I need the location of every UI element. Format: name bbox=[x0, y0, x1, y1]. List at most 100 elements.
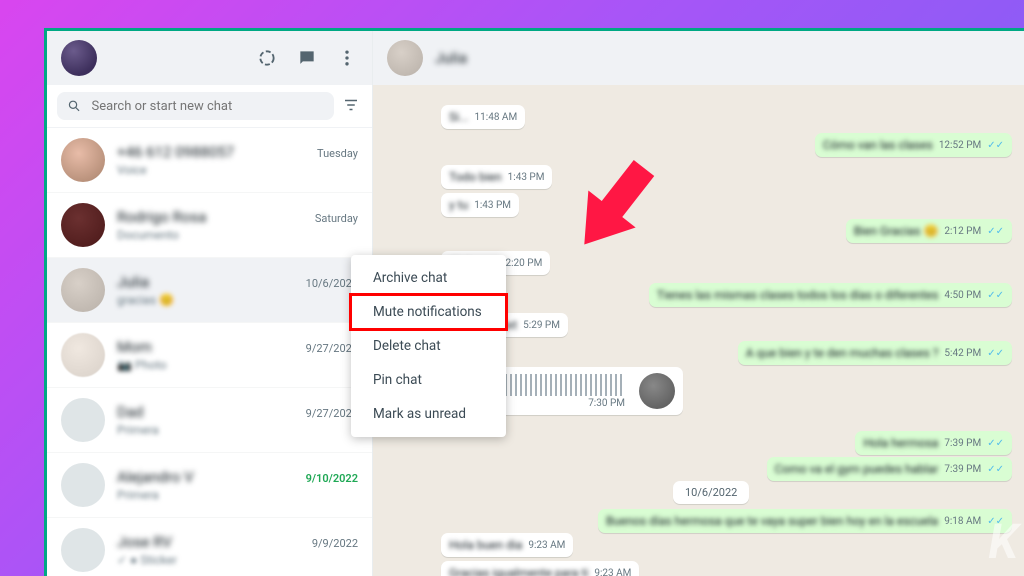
filter-icon[interactable] bbox=[342, 96, 362, 116]
message-in[interactable]: Todo bien1:43 PM bbox=[441, 165, 552, 189]
search-input[interactable] bbox=[91, 99, 324, 114]
chat-name: Alejandro V bbox=[117, 468, 194, 486]
menu-item-mute[interactable]: Mute notifications bbox=[351, 295, 506, 329]
menu-item-pin[interactable]: Pin chat bbox=[351, 363, 506, 397]
voice-sender-avatar bbox=[639, 373, 675, 409]
read-tick-icon: ✓✓ bbox=[987, 290, 1004, 301]
message-time: 9:23 AM bbox=[528, 540, 565, 551]
message-text: Tienes las mismas clases todos los días … bbox=[657, 288, 939, 302]
search-icon bbox=[67, 98, 81, 114]
chat-name: Dad bbox=[117, 403, 143, 421]
chat-avatar bbox=[61, 528, 105, 572]
message-in[interactable]: Si... 11:48 AM bbox=[441, 105, 525, 129]
message-time: 12:52 PM bbox=[939, 140, 981, 151]
chat-preview: Voice bbox=[117, 163, 358, 177]
message-in[interactable]: Gracias igualmente para ti 9:23 AM bbox=[441, 561, 639, 576]
chat-item[interactable]: Mom9/27/2022📷 Photo bbox=[47, 323, 372, 388]
chat-avatar bbox=[61, 268, 105, 312]
conversation-header[interactable]: Julia bbox=[373, 31, 1024, 85]
chat-list: +46 612 0988057 Tuesday Voice Rodrigo Rosa S… bbox=[47, 128, 372, 576]
message-time: 9:23 AM bbox=[594, 568, 631, 576]
menu-item-unread[interactable]: Mark as unread bbox=[351, 397, 506, 431]
contact-avatar bbox=[387, 40, 423, 76]
chat-time: Saturday bbox=[315, 212, 358, 225]
search-row bbox=[47, 85, 372, 128]
menu-item-delete[interactable]: Delete chat bbox=[351, 329, 506, 363]
menu-icon[interactable] bbox=[336, 47, 358, 69]
chat-item[interactable]: Alejandro V 9/10/2022 Primera bbox=[47, 453, 372, 518]
read-tick-icon: ✓✓ bbox=[987, 464, 1004, 475]
message-out[interactable]: Tienes las mismas clases todos los días … bbox=[649, 283, 1012, 307]
chat-name: Jose RV bbox=[117, 533, 172, 551]
message-text: A que bien y te den muchas clases ? bbox=[746, 346, 939, 360]
message-text: Si... bbox=[449, 110, 469, 124]
message-text: Hola hermosa bbox=[863, 436, 938, 450]
chat-time: 9/9/2022 bbox=[312, 537, 358, 550]
sidebar: +46 612 0988057 Tuesday Voice Rodrigo Rosa S… bbox=[47, 31, 373, 576]
read-tick-icon: ✓✓ bbox=[987, 140, 1004, 151]
message-text: Hola buen dia bbox=[449, 538, 522, 552]
message-in[interactable]: Hola buen dia 9:23 AM bbox=[441, 533, 573, 557]
message-time: 2:12 PM bbox=[944, 226, 981, 237]
annotation-arrow bbox=[537, 139, 687, 279]
chat-preview: Primera bbox=[117, 423, 358, 437]
message-out[interactable]: A que bien y te den muchas clases ? 5:42 … bbox=[738, 341, 1012, 365]
message-text: Cómo van las clases bbox=[823, 138, 933, 152]
chat-name: +46 612 0988057 bbox=[117, 143, 234, 161]
message-time: 4:50 PM bbox=[944, 290, 981, 301]
chat-item[interactable]: +46 612 0988057 Tuesday Voice bbox=[47, 128, 372, 193]
date-separator: 10/6/2022 bbox=[673, 481, 749, 504]
chat-item[interactable]: Jose RV 9/9/2022 ✓ ● Sticker bbox=[47, 518, 372, 576]
message-text: Todo bien bbox=[449, 170, 502, 184]
voice-waveform[interactable] bbox=[485, 374, 625, 396]
chat-preview: 📷 Photo bbox=[117, 358, 358, 372]
chat-avatar bbox=[61, 138, 105, 182]
read-tick-icon: ✓✓ bbox=[987, 226, 1004, 237]
message-time: 7:39 PM bbox=[944, 438, 981, 449]
chat-preview: Primera bbox=[117, 488, 358, 502]
message-time: 5:42 PM bbox=[944, 348, 981, 359]
chat-item[interactable]: Rodrigo RosaSaturdayDocumento bbox=[47, 193, 372, 258]
sidebar-header bbox=[47, 31, 372, 85]
message-in[interactable]: y tu1:43 PM bbox=[441, 193, 519, 217]
chat-time: Tuesday bbox=[317, 147, 358, 160]
chat-avatar bbox=[61, 463, 105, 507]
message-text: Gracias igualmente para ti bbox=[449, 566, 588, 576]
chat-name: Mom bbox=[117, 338, 152, 356]
chat-context-menu: Archive chatMute notificationsDelete cha… bbox=[351, 255, 506, 437]
search-box[interactable] bbox=[57, 92, 334, 120]
contact-name: Julia bbox=[435, 49, 467, 67]
chat-name: Julia bbox=[117, 273, 149, 291]
watermark: K bbox=[988, 513, 1016, 570]
chat-item[interactable]: Dad9/27/2022Primera bbox=[47, 388, 372, 453]
chat-avatar bbox=[61, 398, 105, 442]
message-text: Buenos días hermosa que te vaya super bi… bbox=[606, 514, 938, 528]
chat-avatar bbox=[61, 333, 105, 377]
read-tick-icon: ✓✓ bbox=[987, 438, 1004, 449]
chat-item[interactable]: Julia10/6/2022gracias 😊 bbox=[47, 258, 372, 323]
chat-name: Rodrigo Rosa bbox=[117, 208, 206, 226]
message-text: Como va el gym puedes hablar bbox=[775, 462, 939, 476]
message-time: 5:29 PM bbox=[523, 320, 560, 331]
chat-preview: ✓ ● Sticker bbox=[117, 553, 358, 567]
message-time: 1:43 PM bbox=[474, 200, 511, 211]
message-out[interactable]: Hola hermosa 7:39 PM ✓✓ bbox=[855, 431, 1012, 455]
message-time: 9:18 AM bbox=[944, 516, 981, 527]
new-chat-icon[interactable] bbox=[296, 47, 318, 69]
status-icon[interactable] bbox=[256, 47, 278, 69]
message-text: Bien Gracias 😊 bbox=[854, 224, 939, 238]
user-avatar[interactable] bbox=[61, 40, 97, 76]
app-window: +46 612 0988057 Tuesday Voice Rodrigo Rosa S… bbox=[44, 28, 1024, 576]
chat-avatar bbox=[61, 203, 105, 247]
message-out[interactable]: Buenos días hermosa que te vaya super bi… bbox=[598, 509, 1012, 533]
chat-preview: gracias 😊 bbox=[117, 293, 358, 307]
message-out[interactable]: Como va el gym puedes hablar 7:39 PM ✓✓ bbox=[767, 457, 1012, 481]
message-out[interactable]: Bien Gracias 😊 2:12 PM ✓✓ bbox=[846, 219, 1012, 243]
message-time: 11:48 AM bbox=[475, 112, 518, 123]
menu-item-archive[interactable]: Archive chat bbox=[351, 261, 506, 295]
message-time: 7:30 PM bbox=[588, 398, 625, 409]
read-tick-icon: ✓✓ bbox=[987, 348, 1004, 359]
message-time: 7:39 PM bbox=[944, 464, 981, 475]
chat-time: 9/10/2022 bbox=[306, 472, 358, 485]
message-out[interactable]: Cómo van las clases 12:52 PM ✓✓ bbox=[815, 133, 1012, 157]
